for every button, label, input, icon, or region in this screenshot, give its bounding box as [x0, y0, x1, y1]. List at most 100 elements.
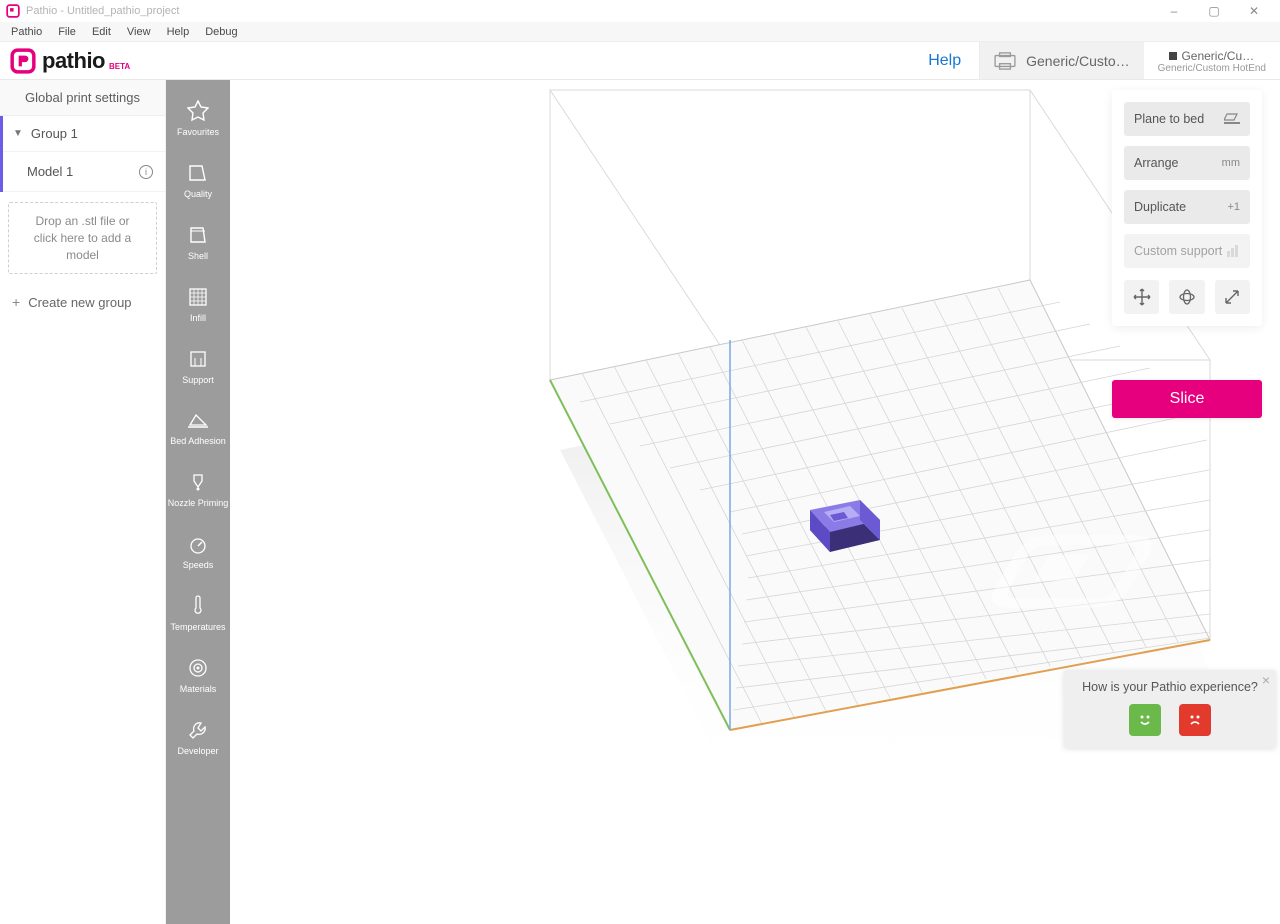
feedback-widget: × How is your Pathio experience?	[1064, 670, 1276, 748]
rail-label: Temperatures	[170, 623, 225, 633]
developer-icon	[187, 719, 209, 741]
logo-icon	[10, 48, 36, 74]
bed-adhesion-icon	[187, 409, 209, 431]
custom-support-button: Custom support	[1124, 234, 1250, 268]
menubar: Pathio File Edit View Help Debug	[0, 22, 1280, 42]
rail-developer[interactable]: Developer	[166, 709, 230, 771]
duplicate-count: +1	[1227, 201, 1240, 213]
feedback-happy-button[interactable]	[1129, 704, 1161, 736]
transform-tools	[1124, 280, 1250, 314]
rail-nozzle-priming[interactable]: Nozzle Priming	[166, 461, 230, 523]
model-name: Model 1	[27, 164, 73, 179]
rail-materials[interactable]: Materials	[166, 647, 230, 709]
sad-face-icon	[1186, 711, 1204, 729]
printer-dropdown[interactable]: Generic/Custo…	[979, 42, 1143, 79]
toolbar: pathio BETA Help Generic/Custo… Generic/…	[0, 42, 1280, 80]
rotate-icon	[1178, 288, 1196, 306]
scale-icon	[1223, 288, 1241, 306]
quality-icon	[187, 162, 209, 184]
logo: pathio BETA	[0, 42, 144, 79]
speeds-icon	[187, 533, 209, 555]
menu-view[interactable]: View	[119, 24, 159, 40]
rail-temperatures[interactable]: Temperatures	[166, 585, 230, 647]
left-panel: Global print settings ▼ Group 1 Model 1 …	[0, 80, 166, 924]
menu-file[interactable]: File	[50, 24, 84, 40]
rail-infill[interactable]: Infill	[166, 276, 230, 338]
feedback-sad-button[interactable]	[1179, 704, 1211, 736]
extruder-color-icon	[1169, 52, 1177, 60]
duplicate-button[interactable]: Duplicate +1	[1124, 190, 1250, 224]
happy-face-icon	[1136, 711, 1154, 729]
rail-label: Speeds	[183, 561, 214, 571]
window-close-button[interactable]: ✕	[1234, 0, 1274, 22]
slice-button[interactable]: Slice	[1112, 380, 1262, 418]
printer-name: Generic/Custo…	[1026, 53, 1129, 69]
favourites-icon	[187, 100, 209, 122]
rail-support[interactable]: Support	[166, 338, 230, 400]
menu-pathio[interactable]: Pathio	[3, 24, 50, 40]
create-new-group-button[interactable]: + Create new group	[0, 284, 165, 320]
chevron-down-icon: ▼	[13, 128, 23, 139]
arrange-button[interactable]: Arrange mm	[1124, 146, 1250, 180]
plane-to-bed-label: Plane to bed	[1134, 112, 1204, 126]
materials-icon	[187, 657, 209, 679]
rail-label: Support	[182, 376, 214, 386]
window-minimize-button[interactable]: –	[1154, 0, 1194, 22]
drop-line-1: Drop an .stl file or	[19, 213, 146, 230]
temperatures-icon	[187, 595, 209, 617]
titlebar: Pathio - Untitled_pathio_project – ▢ ✕	[0, 0, 1280, 22]
rail-label: Quality	[184, 190, 212, 200]
info-icon[interactable]: i	[139, 165, 153, 179]
arrange-label: Arrange	[1134, 156, 1178, 170]
support-icon	[187, 348, 209, 370]
custom-support-label: Custom support	[1134, 244, 1222, 258]
hotend-name: Generic/Custom HotEnd	[1158, 63, 1266, 74]
menu-help[interactable]: Help	[159, 24, 198, 40]
scale-tool[interactable]	[1215, 280, 1250, 314]
extruder-dropdown[interactable]: Generic/Cu… Generic/Custom HotEnd	[1144, 42, 1280, 79]
rail-label: Shell	[188, 252, 208, 262]
rail-speeds[interactable]: Speeds	[166, 523, 230, 585]
move-icon	[1133, 288, 1151, 306]
infill-icon	[187, 286, 209, 308]
right-panel: Plane to bed Arrange mm Duplicate +1 Cus…	[1112, 90, 1262, 326]
drop-stl-zone[interactable]: Drop an .stl file or click here to add a…	[8, 202, 157, 274]
plus-icon: +	[12, 294, 20, 310]
custom-support-icon	[1226, 244, 1240, 258]
main: Global print settings ▼ Group 1 Model 1 …	[0, 80, 1280, 924]
group-section: ▼ Group 1 Model 1 i	[0, 116, 165, 192]
nozzle-priming-icon	[187, 471, 209, 493]
feedback-close-button[interactable]: ×	[1262, 672, 1270, 688]
feedback-question: How is your Pathio experience?	[1076, 680, 1264, 694]
rail-label: Developer	[177, 747, 218, 757]
duplicate-label: Duplicate	[1134, 200, 1186, 214]
plane-to-bed-icon	[1224, 112, 1240, 126]
printer-icon	[994, 52, 1016, 70]
rail-label: Infill	[190, 314, 206, 324]
plane-to-bed-button[interactable]: Plane to bed	[1124, 102, 1250, 136]
group-row[interactable]: ▼ Group 1	[3, 116, 165, 152]
window-maximize-button[interactable]: ▢	[1194, 0, 1234, 22]
model-row[interactable]: Model 1 i	[3, 152, 165, 192]
arrange-unit: mm	[1222, 157, 1240, 169]
window-title: Pathio - Untitled_pathio_project	[26, 5, 179, 17]
rail-bed-adhesion[interactable]: Bed Adhesion	[166, 399, 230, 461]
create-group-label: Create new group	[28, 295, 131, 310]
viewport-3d[interactable]: Plane to bed Arrange mm Duplicate +1 Cus…	[230, 80, 1280, 924]
rail-label: Favourites	[177, 128, 219, 138]
settings-rail: Favourites Quality Shell Infill Support Bed A…	[166, 80, 230, 924]
menu-debug[interactable]: Debug	[197, 24, 245, 40]
app-icon	[6, 4, 20, 18]
help-link[interactable]: Help	[910, 42, 979, 79]
rail-quality[interactable]: Quality	[166, 152, 230, 214]
shell-icon	[187, 224, 209, 246]
global-print-settings-button[interactable]: Global print settings	[0, 80, 165, 116]
rail-favourites[interactable]: Favourites	[166, 90, 230, 152]
move-tool[interactable]	[1124, 280, 1159, 314]
menu-edit[interactable]: Edit	[84, 24, 119, 40]
group-name: Group 1	[31, 126, 78, 141]
rail-shell[interactable]: Shell	[166, 214, 230, 276]
rotate-tool[interactable]	[1169, 280, 1204, 314]
extruder-name: Generic/Cu…	[1181, 49, 1254, 63]
rail-label: Bed Adhesion	[170, 437, 226, 447]
